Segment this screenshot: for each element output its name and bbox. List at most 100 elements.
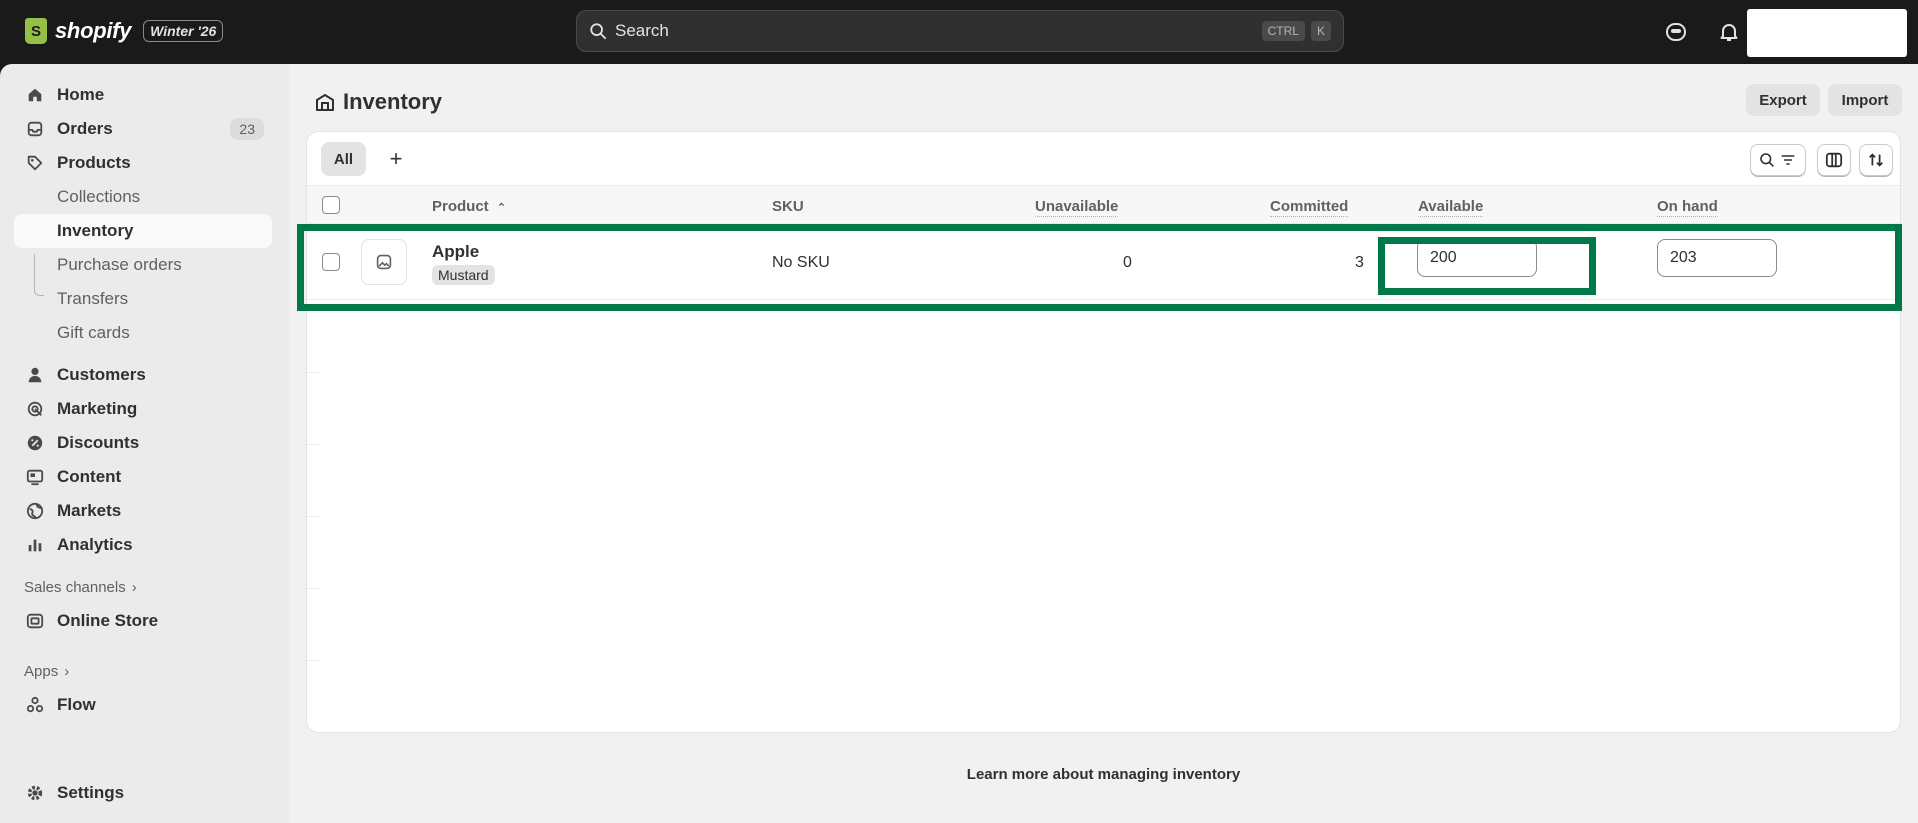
sidebar-item-customers[interactable]: Customers [14, 358, 272, 392]
shortcut-k: K [1310, 21, 1331, 41]
sidebar-item-flow[interactable]: Flow [14, 688, 272, 722]
search-placeholder: Search [615, 21, 669, 40]
globe-icon [26, 502, 44, 520]
inventory-card: All + Product ⌃ SKU Unavailable Committe… [306, 131, 1901, 733]
page-title-text: Inventory [343, 89, 443, 114]
sidebar-item-label: Inventory [57, 221, 134, 240]
sidebar-item-label: Purchase orders [57, 255, 182, 274]
sidebar-item-analytics[interactable]: Analytics [14, 528, 272, 562]
tab-all[interactable]: All [321, 142, 366, 176]
sales-channels-label: Sales channels [24, 579, 126, 596]
app-root: shopify Winter '26 Search CTRL K Home Or… [0, 0, 1918, 823]
header-on-hand[interactable]: On hand [1657, 198, 1718, 217]
highlight-row-outline [297, 224, 1902, 311]
version-badge: Winter '26 [143, 20, 224, 42]
page-title: Inventory [315, 89, 442, 115]
shortcut-ctrl: CTRL [1261, 21, 1305, 41]
chevron-right-icon: › [64, 663, 70, 680]
select-all-checkbox[interactable] [322, 196, 340, 214]
divider [307, 444, 319, 445]
main-content: Inventory Export Import All + Product ⌃ … [289, 64, 1918, 823]
sidebar-item-label: Products [57, 153, 131, 172]
search-icon [1760, 153, 1774, 167]
warehouse-icon [316, 94, 334, 111]
divider [307, 588, 319, 589]
top-bar: shopify Winter '26 Search CTRL K [0, 0, 1918, 64]
header-product[interactable]: Product ⌃ [432, 198, 506, 216]
learn-more-link[interactable]: Learn more about managing inventory [289, 766, 1918, 783]
shopify-logo[interactable]: shopify Winter '26 [25, 18, 224, 44]
divider [307, 372, 319, 373]
header-available[interactable]: Available [1418, 198, 1484, 217]
sidebar: Home Orders 23 Products Collections Inve… [0, 64, 289, 823]
sidebar-item-purchase-orders[interactable]: Purchase orders [14, 248, 272, 282]
sidebar-item-label: Orders [57, 119, 113, 138]
sidebar-item-transfers[interactable]: Transfers [14, 282, 272, 316]
sidebar-item-products[interactable]: Products [14, 146, 272, 180]
import-button[interactable]: Import [1828, 84, 1902, 116]
sidebar-item-settings[interactable]: Settings [14, 776, 272, 810]
sidebar-item-online-store[interactable]: Online Store [14, 604, 272, 638]
sidebar-item-orders[interactable]: Orders 23 [14, 112, 272, 146]
sidebar-item-label: Home [57, 85, 105, 104]
sidebar-item-label: Collections [57, 187, 141, 206]
header-sku: SKU [772, 198, 804, 215]
table-header: Product ⌃ SKU Unavailable Committed Avai… [307, 186, 1900, 224]
gear-icon [27, 785, 43, 801]
sidebar-item-label: Flow [57, 695, 96, 714]
add-view-button[interactable]: + [381, 144, 411, 174]
highlight-available-outline [1378, 237, 1596, 295]
sidebar-item-inventory[interactable]: Inventory [14, 214, 272, 248]
storefront-icon [26, 613, 44, 629]
sidebar-item-label: Settings [57, 783, 125, 802]
sidekick-icon[interactable] [1664, 20, 1688, 44]
tag-icon [27, 155, 43, 171]
sidebar-item-label: Marketing [57, 399, 138, 418]
sidebar-item-collections[interactable]: Collections [14, 180, 272, 214]
sidebar-item-discounts[interactable]: Discounts [14, 426, 272, 460]
flow-icon [26, 696, 44, 713]
sidebar-item-label: Markets [57, 501, 122, 520]
orders-icon [27, 121, 43, 137]
sidebar-item-label: Transfers [57, 289, 129, 308]
sidebar-item-markets[interactable]: Markets [14, 494, 272, 528]
content-icon [26, 469, 44, 486]
search-filter-button[interactable] [1750, 144, 1806, 176]
header-committed[interactable]: Committed [1270, 198, 1349, 217]
discount-icon [27, 435, 43, 451]
filter-icon [1781, 155, 1795, 165]
bar-chart-icon [28, 539, 42, 552]
export-button[interactable]: Export [1746, 84, 1820, 116]
sidebar-item-label: Customers [57, 365, 146, 384]
divider [307, 516, 319, 517]
sidebar-item-content[interactable]: Content [14, 460, 272, 494]
sidebar-item-marketing[interactable]: Marketing [14, 392, 272, 426]
header-unavailable[interactable]: Unavailable [1035, 198, 1119, 217]
chevron-right-icon: › [131, 579, 137, 596]
columns-button[interactable] [1817, 144, 1851, 176]
sidebar-item-label: Content [57, 467, 122, 486]
search-icon [590, 23, 607, 40]
sales-channels-header[interactable]: Sales channels › [24, 579, 137, 596]
apps-header[interactable]: Apps › [24, 663, 69, 680]
sort-icon [1869, 153, 1883, 167]
search-bar[interactable]: Search CTRL K [576, 10, 1344, 52]
orders-count-badge: 23 [230, 118, 264, 140]
sidebar-item-label: Discounts [57, 433, 140, 452]
sidebar-item-label: Online Store [57, 611, 159, 630]
sidebar-item-gift-cards[interactable]: Gift cards [14, 316, 272, 350]
view-tabs: All + [307, 132, 1900, 186]
header-product-label: Product [432, 198, 489, 215]
bell-icon[interactable] [1717, 20, 1741, 44]
sidebar-item-label: Analytics [57, 535, 133, 554]
store-switcher[interactable] [1747, 9, 1907, 57]
apps-label: Apps [24, 663, 59, 680]
person-icon [28, 367, 42, 383]
sort-button[interactable] [1859, 144, 1893, 176]
sidebar-item-label: Gift cards [57, 323, 130, 342]
sort-chevron-icon: ⌃ [496, 202, 507, 214]
shopify-bag-icon [25, 18, 47, 44]
brand-name: shopify [55, 18, 132, 43]
target-icon [27, 401, 43, 417]
sidebar-item-home[interactable]: Home [14, 78, 272, 112]
